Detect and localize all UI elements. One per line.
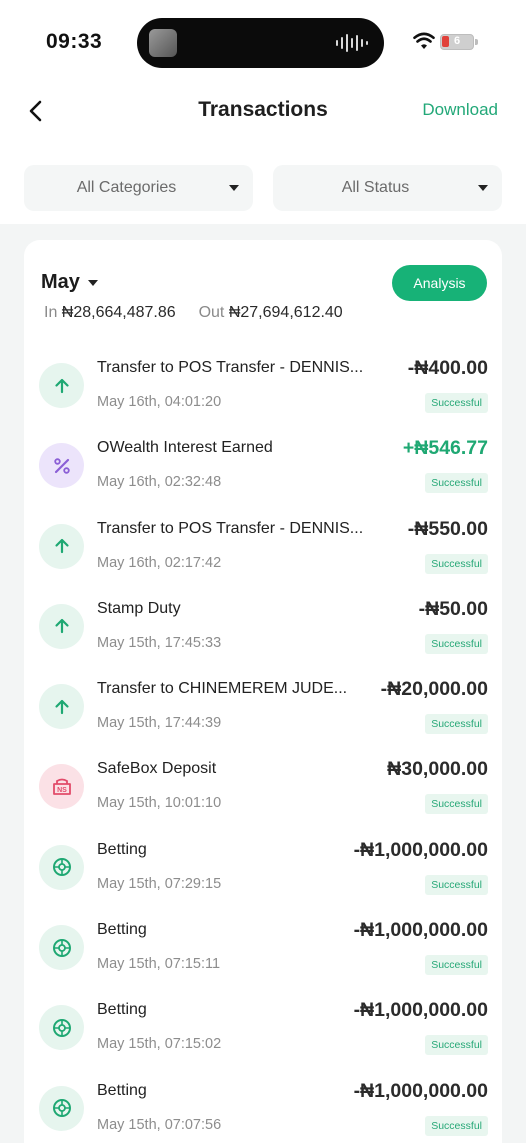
transaction-amount: -₦550.00 — [407, 517, 488, 540]
status-badge: Successful — [425, 393, 488, 413]
transaction-title: Transfer to POS Transfer - DENNIS... — [97, 359, 364, 376]
arrow-up-icon — [39, 603, 84, 649]
transaction-row[interactable]: Betting May 15th, 07:15:11 -₦1,000,000.00 S… — [24, 905, 502, 985]
status-filter-label: All Status — [341, 179, 410, 196]
transaction-row[interactable]: Betting May 15th, 07:29:15 -₦1,000,000.00 S… — [24, 825, 502, 905]
chevron-down-icon — [478, 185, 488, 191]
status-badge: Successful — [425, 874, 488, 895]
arrow-up-icon — [39, 684, 84, 730]
safebox-icon: NS — [39, 764, 84, 810]
transaction-title: Betting — [97, 921, 147, 939]
transaction-row[interactable]: Betting May 15th, 07:15:02 -₦1,000,000.00 S… — [24, 985, 502, 1065]
transaction-amount: +₦546.77 — [402, 437, 488, 460]
transaction-title: Stamp Duty — [97, 599, 181, 617]
transaction-date: May 15th, 07:15:11 — [97, 956, 221, 973]
transaction-title: Betting — [97, 1081, 147, 1099]
month-selector[interactable]: May — [41, 268, 98, 296]
transaction-title: OWealth Interest Earned — [97, 439, 273, 457]
battery-icon: 6 — [440, 34, 478, 50]
transaction-date: May 16th, 02:32:48 — [97, 474, 222, 491]
transaction-row[interactable]: Stamp Duty May 15th, 17:45:33 -₦50.00 Succe… — [24, 584, 502, 664]
status-badge: Successful — [425, 633, 488, 654]
arrow-up-icon — [39, 363, 84, 408]
transaction-title: Betting — [97, 1001, 147, 1019]
transaction-amount: ₦30,000.00 — [387, 758, 488, 781]
month-totals: In ₦28,664,487.86 Out ₦27,694,612.40 — [44, 304, 343, 322]
category-filter-label: All Categories — [76, 179, 177, 196]
betting-icon — [39, 844, 84, 890]
transaction-date: May 15th, 10:01:10 — [97, 795, 222, 812]
status-badge: Successful — [425, 473, 488, 494]
betting-icon — [39, 925, 84, 971]
status-badge: Successful — [425, 553, 488, 574]
audio-waveform-icon — [336, 33, 368, 53]
out-label: Out — [198, 304, 225, 321]
month-label: May — [41, 270, 80, 293]
transaction-row[interactable]: Betting May 15th, 07:07:56 -₦1,000,000.00 S… — [24, 1066, 502, 1143]
status-bar: 09:33 6 — [0, 0, 526, 88]
battery-level: 6 — [453, 35, 461, 47]
status-badge: Successful — [425, 1035, 488, 1056]
status-badge: Successful — [425, 955, 488, 976]
transaction-amount: -₦400.00 — [407, 357, 488, 379]
transaction-date: May 15th, 07:29:15 — [97, 875, 222, 892]
betting-icon — [39, 1005, 84, 1051]
now-playing-thumbnail — [149, 29, 177, 57]
transaction-row[interactable]: Transfer to POS Transfer - DENNIS... May … — [24, 504, 502, 584]
percent-icon — [39, 443, 84, 489]
status-badge: Successful — [425, 794, 488, 815]
chevron-down-icon — [229, 185, 239, 191]
transaction-date: May 15th, 17:44:39 — [97, 715, 222, 732]
svg-text:NS: NS — [57, 787, 67, 794]
transaction-amount: -₦1,000,000.00 — [353, 1079, 488, 1102]
analysis-button[interactable]: Analysis — [392, 265, 487, 301]
status-badge: Successful — [425, 714, 488, 735]
transaction-list: Transfer to POS Transfer - DENNIS... May … — [24, 343, 502, 1143]
status-filter-dropdown[interactable]: All Status — [273, 165, 502, 211]
dynamic-island — [137, 18, 384, 68]
transaction-amount: -₦1,000,000.00 — [353, 999, 488, 1022]
transaction-date: May 15th, 07:07:56 — [97, 1116, 222, 1133]
transaction-title: Transfer to POS Transfer - DENNIS... — [97, 519, 364, 537]
transaction-date: May 16th, 02:17:42 — [97, 554, 222, 571]
transaction-date: May 16th, 04:01:20 — [97, 394, 222, 410]
transaction-date: May 15th, 07:15:02 — [97, 1036, 222, 1053]
filter-bar: All Categories All Status — [24, 165, 502, 211]
category-filter-dropdown[interactable]: All Categories — [24, 165, 253, 211]
status-time: 09:33 — [46, 30, 103, 53]
transaction-title: Betting — [97, 840, 147, 858]
transaction-date: May 15th, 17:45:33 — [97, 634, 222, 651]
transaction-row[interactable]: Transfer to CHINEMEREM JUDE... May 15th, … — [24, 664, 502, 744]
transaction-amount: -₦1,000,000.00 — [353, 919, 488, 942]
nav-bar: Transactions Download — [0, 88, 526, 134]
transaction-title: SafeBox Deposit — [97, 760, 217, 778]
transaction-amount: -₦20,000.00 — [380, 678, 488, 701]
transaction-amount: -₦50.00 — [418, 597, 488, 620]
transaction-row[interactable]: OWealth Interest Earned May 16th, 02:32:4… — [24, 423, 502, 503]
transaction-title: Transfer to CHINEMEREM JUDE... — [97, 680, 348, 698]
in-total: ₦28,664,487.86 — [61, 304, 176, 321]
in-label: In — [44, 304, 58, 321]
download-button[interactable]: Download — [422, 100, 498, 120]
transaction-row[interactable]: Transfer to POS Transfer - DENNIS... May … — [24, 343, 502, 423]
betting-icon — [39, 1085, 84, 1131]
transaction-amount: -₦1,000,000.00 — [353, 838, 488, 861]
status-badge: Successful — [425, 1115, 488, 1136]
transaction-row[interactable]: NS SafeBox Deposit May 15th, 10:01:10 ₦30,0… — [24, 744, 502, 824]
arrow-up-icon — [39, 523, 84, 569]
wifi-icon — [413, 32, 435, 49]
out-total: ₦27,694,612.40 — [228, 304, 343, 321]
chevron-down-icon — [87, 280, 98, 286]
